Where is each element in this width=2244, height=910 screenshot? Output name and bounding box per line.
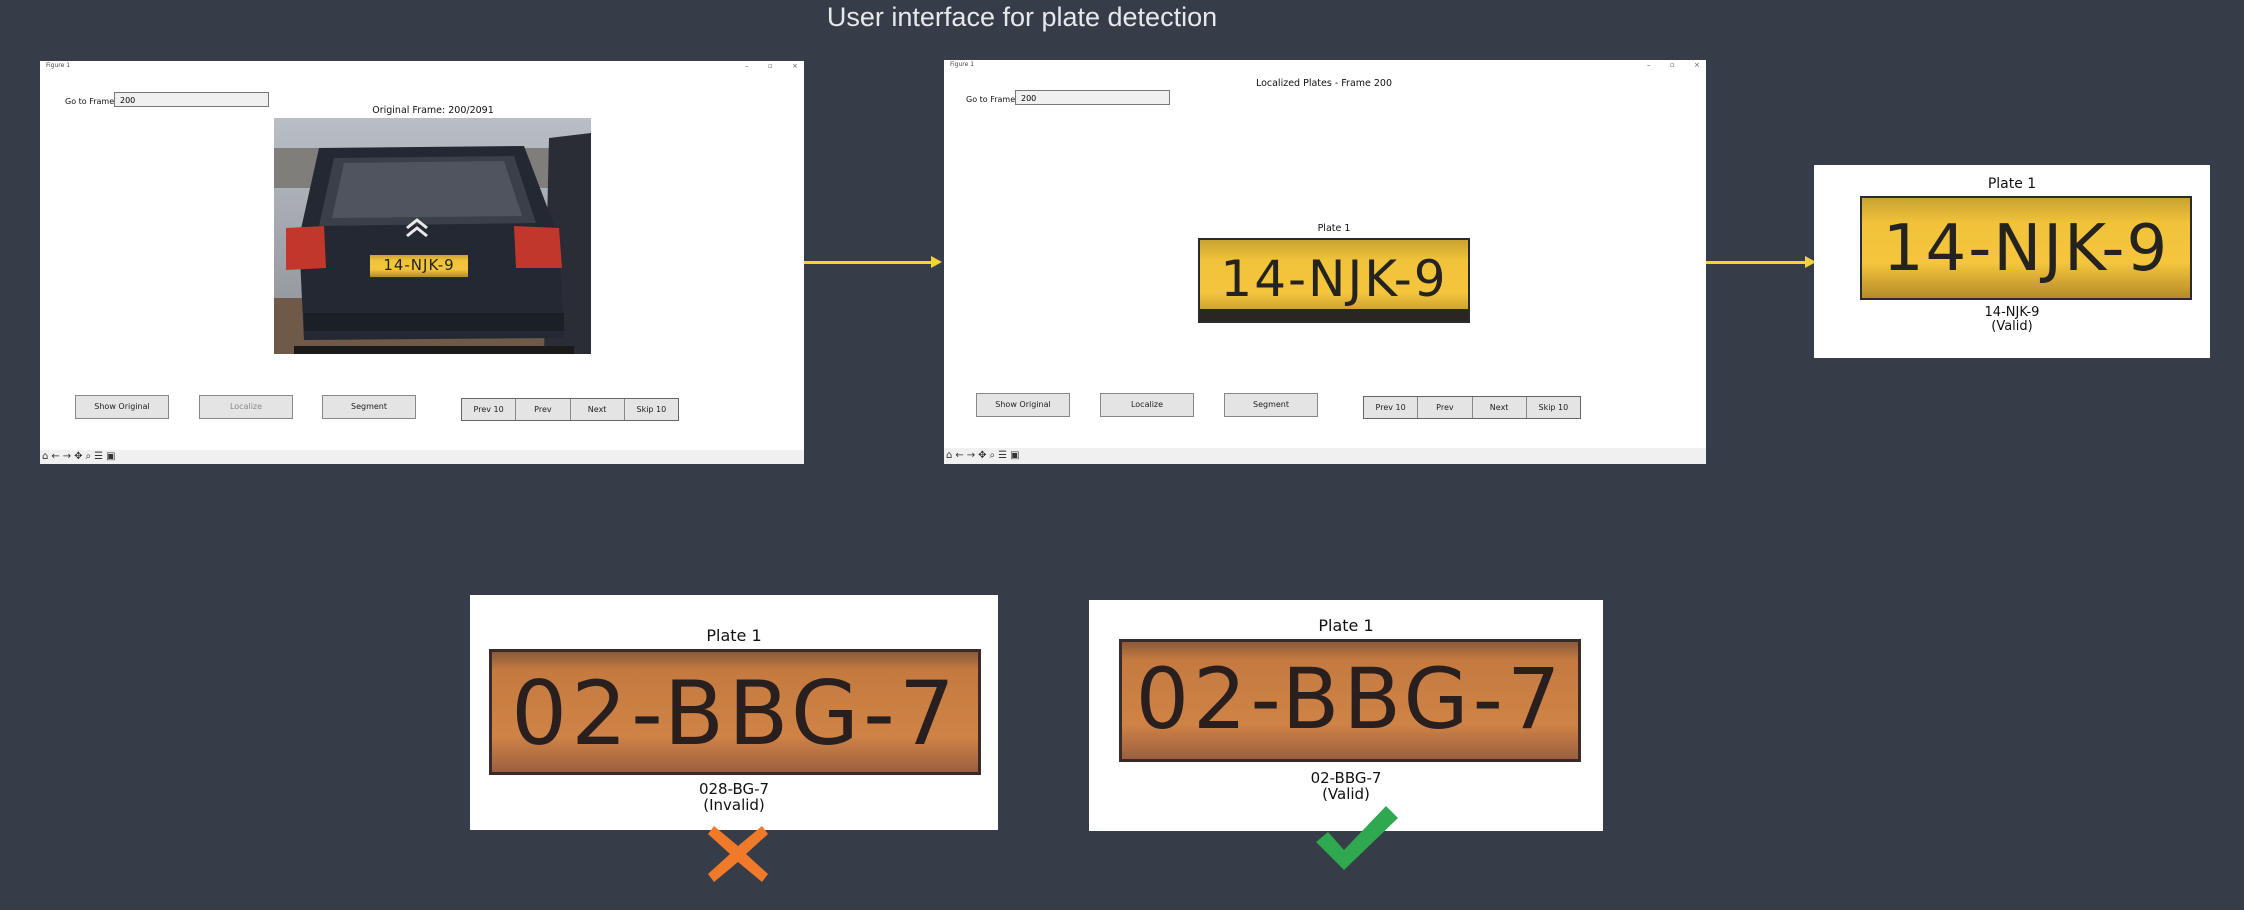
plate-text: 14-NJK-9 <box>1882 212 2170 286</box>
plate-image: 14-NJK-9 <box>1860 196 2192 300</box>
segment-button[interactable]: Segment <box>322 395 416 419</box>
figure-window-localized: Figure 1 – ▫ × Localized Plates - Frame … <box>944 60 1706 464</box>
goto-frame-input[interactable]: 200 <box>1015 90 1170 105</box>
flow-arrow-1 <box>804 256 942 268</box>
minimize-icon[interactable]: – <box>745 61 749 71</box>
show-original-button[interactable]: Show Original <box>75 395 169 419</box>
pan-icon[interactable]: ✥ <box>978 450 986 462</box>
back-arrow-icon[interactable]: ← <box>51 451 59 463</box>
window-title: Figure 1 <box>950 61 975 68</box>
localized-plate-image: 14-NJK-9 <box>1198 238 1470 323</box>
configure-icon[interactable]: ☰ <box>998 450 1007 462</box>
close-icon[interactable]: × <box>792 61 798 71</box>
goto-frame-label: Go to Frame: <box>966 95 1018 104</box>
back-arrow-icon[interactable]: ← <box>955 450 963 462</box>
save-icon[interactable]: ▣ <box>1010 450 1019 462</box>
skip10-button[interactable]: Skip 10 <box>624 399 678 420</box>
slide-title: User interface for plate detection <box>826 2 1218 32</box>
plate-caption: 028-BG-7 (Invalid) <box>470 781 998 814</box>
segmentation-result-card: Plate 1 14-NJK-9 14-NJK-9 (Valid) <box>1814 165 2210 358</box>
check-icon <box>1316 806 1398 870</box>
home-icon[interactable]: ⌂ <box>946 450 952 462</box>
plate-image: 02-BBG-7 <box>489 649 981 775</box>
plate-title: Plate 1 <box>1318 616 1374 635</box>
matplotlib-toolbar: ⌂ ← → ✥ ⌕ ☰ ▣ <box>40 450 804 464</box>
minimize-icon[interactable]: – <box>1647 60 1651 70</box>
prev10-button[interactable]: Prev 10 <box>1364 397 1419 418</box>
window-title: Figure 1 <box>46 62 71 69</box>
zoom-icon[interactable]: ⌕ <box>990 450 996 462</box>
plate-caption-status: (Invalid) <box>703 795 765 814</box>
plate-title: Plate 1 <box>1987 176 2037 192</box>
figure-title: Original Frame: 200/2091 <box>372 105 494 116</box>
show-original-button[interactable]: Show Original <box>976 393 1070 417</box>
close-icon[interactable]: × <box>1694 60 1700 70</box>
plate-title: Plate 1 <box>1317 223 1351 234</box>
configure-icon[interactable]: ☰ <box>94 451 103 463</box>
car-license-plate: 14-NJK-9 <box>369 254 469 278</box>
segment-button[interactable]: Segment <box>1224 393 1318 417</box>
figure-window-original: Figure 1 – ▫ × Go to Frame: 200 Original… <box>40 61 804 464</box>
car-frame-image <box>274 118 591 354</box>
frame-navigation: Prev 10 Prev Next Skip 10 <box>461 398 679 421</box>
prev-button[interactable]: Prev <box>1418 397 1473 418</box>
frame-navigation: Prev 10 Prev Next Skip 10 <box>1363 396 1581 419</box>
zoom-icon[interactable]: ⌕ <box>86 451 92 463</box>
forward-arrow-icon[interactable]: → <box>63 451 71 463</box>
skip10-button[interactable]: Skip 10 <box>1526 397 1580 418</box>
next-button[interactable]: Next <box>570 399 625 420</box>
goto-frame-label: Go to Frame: <box>65 97 117 106</box>
localized-plate-text: 14-NJK-9 <box>1220 250 1448 308</box>
plate-text: 02-BBG-7 <box>1135 650 1565 748</box>
home-icon[interactable]: ⌂ <box>42 451 48 463</box>
cross-icon <box>708 826 768 882</box>
flow-arrow-2 <box>1706 256 1816 268</box>
figure-title: Localized Plates - Frame 200 <box>1255 78 1393 89</box>
plate-image: 02-BBG-7 <box>1119 639 1581 762</box>
plate-caption-value: 14-NJK-9 <box>1984 305 2040 320</box>
localize-button[interactable]: Localize <box>199 395 293 419</box>
window-titlebar: Figure 1 – ▫ × <box>944 60 1706 70</box>
prev10-button[interactable]: Prev 10 <box>462 399 517 420</box>
matplotlib-toolbar: ⌂ ← → ✥ ⌕ ☰ ▣ <box>944 448 1706 464</box>
plate-caption-status: (Valid) <box>1322 784 1370 803</box>
window-titlebar: Figure 1 – ▫ × <box>40 61 804 71</box>
invalid-result-card: Plate 1 02-BBG-7 028-BG-7 (Invalid) <box>470 595 998 830</box>
plate-caption-status: (Valid) <box>1991 318 2033 334</box>
prev-button[interactable]: Prev <box>516 399 571 420</box>
plate-caption: 02-BBG-7 (Valid) <box>1089 770 1603 803</box>
maximize-icon[interactable]: ▫ <box>768 61 773 71</box>
next-button[interactable]: Next <box>1472 397 1527 418</box>
goto-frame-input[interactable]: 200 <box>114 92 269 107</box>
plate-caption: 14-NJK-9 (Valid) <box>1814 306 2210 333</box>
plate-text: 02-BBG-7 <box>511 662 959 765</box>
save-icon[interactable]: ▣ <box>106 451 115 463</box>
pan-icon[interactable]: ✥ <box>74 451 82 463</box>
car-plate-text: 14-NJK-9 <box>383 256 455 274</box>
valid-result-card: Plate 1 02-BBG-7 02-BBG-7 (Valid) <box>1089 600 1603 831</box>
plate-title: Plate 1 <box>706 626 762 645</box>
maximize-icon[interactable]: ▫ <box>1670 60 1675 70</box>
forward-arrow-icon[interactable]: → <box>967 450 975 462</box>
localize-button[interactable]: Localize <box>1100 393 1194 417</box>
